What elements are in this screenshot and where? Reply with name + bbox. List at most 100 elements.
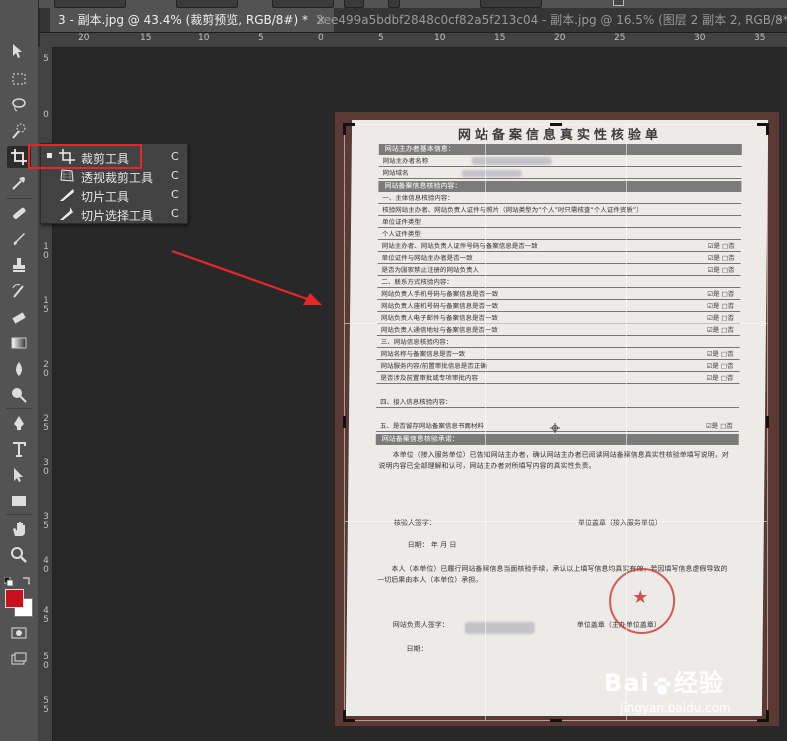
ruler-tick-label: 0 — [43, 110, 49, 120]
crop-handle-right[interactable] — [766, 416, 769, 428]
eyedropper-tool[interactable] — [7, 172, 31, 194]
ruler-tick-label: 4 0 — [43, 556, 49, 575]
horizontal-ruler[interactable]: 20 15 10 5 0 5 10 15 20 25 30 35 — [40, 33, 787, 48]
ruler-tick-label: 20 — [78, 33, 90, 43]
tab-document-1[interactable]: 3 - 副本.jpg @ 43.4% (裁剪预览, RGB/8#) * × — [50, 8, 335, 32]
ruler-tick-label: 2 5 — [43, 414, 49, 433]
menu-item-label: 透视裁剪工具 — [81, 171, 154, 185]
crop-handle-tl[interactable] — [343, 123, 346, 135]
ruler-tick-label: 35 — [754, 33, 766, 43]
tabs-overflow-icon[interactable]: » — [773, 8, 787, 32]
menu-item-shortcut: C — [171, 169, 179, 182]
zoom-tool[interactable] — [7, 544, 31, 566]
stamp-tool[interactable] — [7, 254, 31, 276]
ruler-tick-label: 1 5 — [43, 296, 49, 315]
crop-handle-bl[interactable] — [343, 710, 346, 722]
overlay-select[interactable] — [480, 0, 542, 8]
brush-tool[interactable] — [7, 228, 31, 250]
type-tool[interactable] — [7, 438, 31, 460]
hand-tool[interactable] — [7, 518, 31, 540]
crop-width-field[interactable] — [176, 0, 238, 8]
stamp-icon — [13, 258, 25, 272]
ruler-tick-label: 4 5 — [43, 606, 49, 625]
blur-tool[interactable] — [7, 358, 31, 380]
quick-mask-button[interactable] — [7, 622, 31, 644]
menu-item-shortcut: C — [171, 150, 179, 163]
straighten-button[interactable] — [388, 0, 400, 8]
ruler-tick-label: 5 — [258, 33, 264, 43]
crop-handle-br[interactable] — [766, 710, 769, 722]
foreground-color-swatch[interactable] — [5, 589, 24, 608]
ruler-tick-label: 15 — [494, 33, 506, 43]
menu-item-slice-tool[interactable]: 切片工具 C — [41, 185, 187, 204]
options-bar — [0, 0, 787, 8]
rectangle-icon — [12, 496, 26, 506]
move-tool[interactable] — [7, 40, 31, 62]
clear-button[interactable] — [344, 0, 364, 8]
pen-tool[interactable] — [7, 412, 31, 434]
hand-icon — [13, 522, 25, 536]
ruler-tick-label: 0 — [318, 33, 324, 43]
gradient-icon — [11, 337, 27, 349]
crop-grid-line — [626, 125, 627, 720]
screen-mode-button[interactable] — [7, 648, 31, 670]
menu-item-shortcut: C — [171, 188, 179, 201]
delete-cropped-checkbox[interactable] — [613, 0, 624, 6]
dodge-icon — [12, 388, 27, 403]
crop-grid-line — [485, 125, 486, 720]
tab-document-2[interactable]: 2ee499a5bdbf2848c0cf82a5f213c04 - 副本.jpg… — [308, 8, 787, 32]
marquee-icon — [12, 73, 26, 85]
default-colors-icon[interactable] — [3, 572, 14, 587]
zoom-icon — [11, 547, 27, 563]
crop-handle-bottom[interactable] — [550, 719, 562, 722]
toolbar-separator — [6, 408, 32, 409]
gradient-tool[interactable] — [7, 332, 31, 354]
bandage-icon — [13, 207, 26, 219]
swap-colors-icon[interactable] — [22, 571, 32, 585]
menu-item-shortcut: C — [171, 207, 179, 220]
crop-handle-tr[interactable] — [766, 123, 769, 135]
crop-handle-left[interactable] — [343, 416, 346, 428]
ruler-tick-label: 10 — [434, 33, 446, 43]
slice-select-icon — [59, 206, 75, 221]
eyedropper-icon — [12, 177, 25, 190]
menu-item-label: 切片工具 — [81, 190, 130, 204]
quick-mask-icon — [11, 627, 27, 639]
crop-handle-top[interactable] — [550, 123, 562, 126]
toolbar-separator — [6, 514, 32, 515]
crop-ratio-select[interactable] — [54, 0, 126, 8]
crop-grid-line — [345, 323, 767, 324]
ruler-tick-label: 10 — [198, 33, 210, 43]
eraser-tool[interactable] — [7, 306, 31, 328]
marquee-tool[interactable] — [7, 68, 31, 90]
baidu-jingyan-watermark: Bai 经验 jingyan.baidu.com — [604, 663, 731, 715]
lasso-icon — [12, 98, 26, 112]
tab-label: 3 - 副本.jpg @ 43.4% (裁剪预览, RGB/8#) * — [58, 13, 308, 27]
ruler-tick-label: 5 0 — [43, 652, 49, 671]
crop-icon — [11, 149, 27, 165]
move-icon — [13, 44, 22, 58]
tab-label: 2ee499a5bdbf2848c0cf82a5f213c04 - 副本.jpg… — [316, 13, 787, 27]
path-select-icon — [14, 468, 23, 482]
red-arrow-annotation — [170, 245, 330, 319]
ruler-tick-label: 2 0 — [43, 360, 49, 379]
quick-select-icon — [12, 123, 26, 139]
paw-icon — [650, 675, 674, 699]
path-select-tool[interactable] — [7, 464, 31, 486]
menu-item-slice-select-tool[interactable]: 切片选择工具 C — [41, 204, 187, 223]
history-brush-tool[interactable] — [7, 280, 31, 302]
crop-height-field[interactable] — [272, 0, 334, 8]
toolbar-separator — [6, 198, 32, 199]
rectangle-tool[interactable] — [7, 490, 31, 512]
eraser-icon — [12, 312, 26, 324]
ruler-tick-label: 25 — [614, 33, 626, 43]
ruler-tick-label: 5 — [43, 54, 49, 64]
quick-select-tool[interactable] — [7, 120, 31, 142]
perspective-crop-icon — [59, 168, 75, 183]
crop-grid-line — [345, 521, 767, 522]
healing-brush-tool[interactable] — [7, 202, 31, 224]
lasso-tool[interactable] — [7, 94, 31, 116]
crop-bounding-box[interactable] — [343, 123, 769, 722]
dodge-tool[interactable] — [7, 384, 31, 406]
watermark-url: jingyan.baidu.com — [620, 701, 731, 715]
